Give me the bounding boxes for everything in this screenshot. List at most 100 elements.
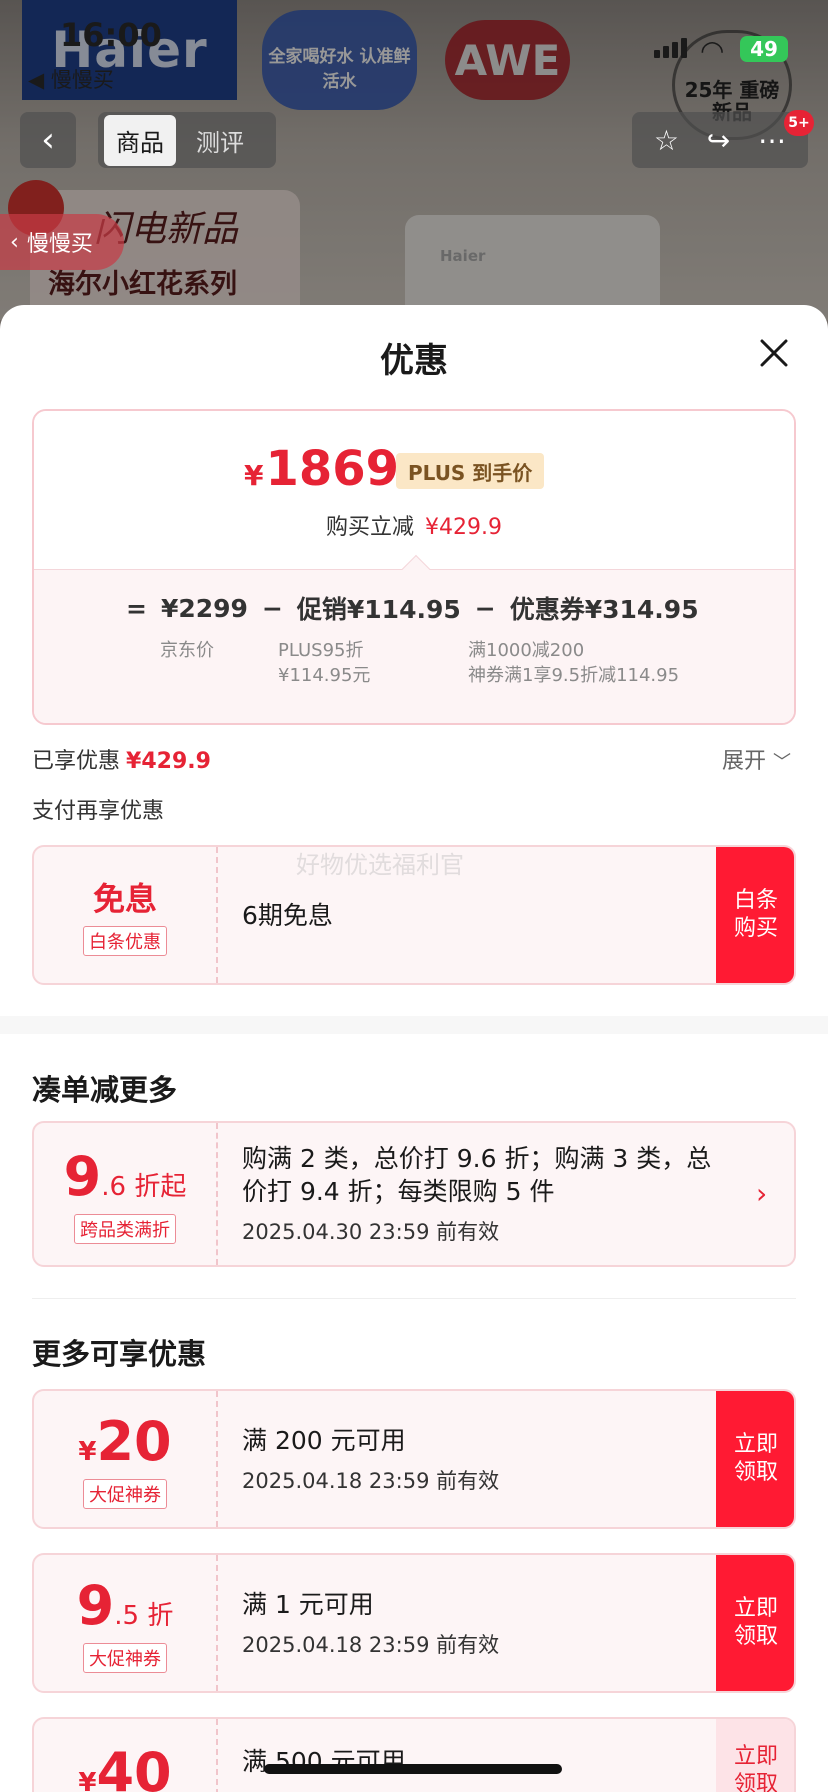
baitiao-buy-button[interactable]: 白条 购买 <box>716 847 794 983</box>
section-separator <box>0 1016 828 1034</box>
coupon-card: ¥ 20 大促神券 满 200 元可用 2025.04.18 23:59 前有效… <box>32 1389 796 1529</box>
coupon-date: 2025.04.18 23:59 前有效 <box>242 1468 500 1493</box>
chevron-down-icon: ﹀ <box>773 752 792 773</box>
more-offers-title: 更多可享优惠 <box>32 1337 207 1371</box>
close-button[interactable] <box>752 331 796 375</box>
coupon-left: 9 .6 折起 跨品类满折 <box>34 1123 218 1265</box>
promo-amount: 促销¥114.95 <box>296 595 461 624</box>
signal-icon <box>654 38 687 58</box>
expand-label: 展开 <box>722 749 767 774</box>
coupon-body: 满 200 元可用 2025.04.18 23:59 前有效 <box>242 1391 499 1527</box>
enjoyed-label: 已享优惠 <box>32 749 121 774</box>
coupon-date: 2025.04.30 23:59 前有效 <box>242 1220 500 1244</box>
coupon-title: 满 200 元可用 <box>242 1425 406 1455</box>
coupon-value-number: 20 <box>96 1409 172 1473</box>
coupon-currency: ¥ <box>78 1768 97 1792</box>
coupon-value-suffix: .5 折 <box>114 1600 174 1631</box>
coupon-detail: 满1000减200 神券满1享9.5折减114.95 <box>468 638 679 688</box>
coupon-title: 6期免息 <box>242 900 333 930</box>
claim-coupon-button[interactable]: 立即 领取 <box>716 1555 794 1691</box>
coupon-value: 9 .5 折 <box>77 1574 174 1637</box>
sheet-title: 优惠 <box>380 341 448 381</box>
coupon-value-number: 40 <box>96 1741 172 1792</box>
coupon-body: 满 500 元可用 <box>242 1719 406 1792</box>
claim-coupon-button[interactable]: 立即 领取 <box>716 1391 794 1527</box>
back-button[interactable]: ‹ <box>20 112 76 168</box>
status-time: 16:00 <box>60 16 162 54</box>
breakdown-row: = ¥2299 − 促销¥114.95 − 优惠券¥314.95 <box>126 590 699 626</box>
promo-detail-line: PLUS95折 <box>278 640 364 661</box>
coupon-value: ¥ 20 <box>78 1410 171 1473</box>
more-icon[interactable]: ⋯ <box>758 124 786 157</box>
bundle-offer[interactable]: 9 .6 折起 跨品类满折 购满 2 类，总价打 9.6 折；购满 3 类，总价… <box>32 1121 796 1267</box>
jd-price: ¥2299 <box>160 593 248 623</box>
coupon-card: 9 .5 折 大促神券 满 1 元可用 2025.04.18 23:59 前有效… <box>32 1553 796 1693</box>
tab-review[interactable]: 测评 <box>184 115 256 166</box>
coupon-left: 9 .5 折 大促神券 <box>34 1555 218 1691</box>
wifi-icon: ◠ <box>700 34 725 67</box>
star-icon[interactable]: ☆ <box>654 124 679 157</box>
tab-product[interactable]: 商品 <box>104 114 176 166</box>
coupon-title: 购满 2 类，总价打 9.6 折；购满 3 类，总价打 9.4 折；每类限购 5… <box>242 1144 712 1206</box>
coupon-tag: 大促神券 <box>83 1642 167 1673</box>
claim-coupon-button[interactable]: 立即 领取 <box>716 1719 794 1792</box>
coupon-title: 满 1 元可用 <box>242 1589 374 1619</box>
purchase-reduction: 购买立减 ¥429.9 <box>34 509 794 541</box>
coupon-tag: 大促神券 <box>83 1478 167 1509</box>
chevron-left-icon: ‹ <box>10 229 19 255</box>
coupon-left: 免息 白条优惠 <box>34 847 218 983</box>
reduction-label: 购买立减 <box>326 515 415 540</box>
coupon-value: ¥ 40 <box>78 1741 171 1792</box>
jd-price-label: 京东价 <box>160 640 214 661</box>
coupon-value-number: 9 <box>63 1144 102 1208</box>
coupon-detail-line: 满1000减200 <box>468 640 585 661</box>
battery-indicator: 49 <box>740 36 788 62</box>
coupon-amount: 优惠券¥314.95 <box>509 595 699 624</box>
offers-sheet: 优惠 ¥ 1869 .1 PLUS 到手价 购买立减 ¥429.9 = ¥229… <box>0 305 828 1792</box>
coupon-date: 2025.04.18 23:59 前有效 <box>242 1632 500 1657</box>
return-to-app-button[interactable]: ‹ 慢慢买 <box>0 214 124 270</box>
share-icon[interactable]: ↪ <box>707 124 730 157</box>
installment-big: 免息 <box>92 880 157 918</box>
equals-sign: = <box>126 593 147 623</box>
product-tabs: 商品 测评 <box>98 112 276 168</box>
chevron-left-icon: ‹ <box>41 120 55 160</box>
price-breakdown: = ¥2299 − 促销¥114.95 − 优惠券¥314.95 京东价 PLU… <box>34 569 794 723</box>
plus-price-tag: PLUS 到手价 <box>396 453 545 489</box>
divider <box>32 1298 796 1299</box>
coupon-value: 9 .6 折起 <box>64 1145 187 1208</box>
promo-detail-line: ¥114.95元 <box>278 665 371 686</box>
home-indicator[interactable] <box>264 1764 562 1774</box>
coupon-body: 满 1 元可用 2025.04.18 23:59 前有效 <box>242 1555 499 1691</box>
coupon-card: ¥ 40 满 500 元可用 立即 领取 <box>32 1717 796 1792</box>
price-card: ¥ 1869 .1 PLUS 到手价 购买立减 ¥429.9 = ¥2299 −… <box>32 409 796 725</box>
currency-symbol: ¥ <box>244 459 264 492</box>
price-integer: 1869 <box>265 441 400 497</box>
bundle-section-title: 凑单减更多 <box>32 1073 178 1107</box>
price-summary: ¥ 1869 .1 PLUS 到手价 购买立减 ¥429.9 <box>34 411 794 569</box>
enjoyed-amount: ¥429.9 <box>126 749 211 774</box>
chevron-right-icon: › <box>756 1177 768 1210</box>
minus-sign: − <box>474 593 496 623</box>
expand-toggle[interactable]: 展开 ﹀ <box>722 743 791 775</box>
coupon-value-suffix: .6 折起 <box>101 1171 187 1202</box>
coupon-detail-line: 神券满1享9.5折减114.95 <box>468 665 680 686</box>
coupon-left: ¥ 40 <box>34 1719 218 1792</box>
reduction-amount: ¥429.9 <box>425 515 502 540</box>
coupon-value-number: 9 <box>76 1573 115 1637</box>
back-to-app-link[interactable]: ◀ 慢慢买 <box>28 64 114 94</box>
return-label: 慢慢买 <box>26 232 93 257</box>
status-bar: 16:00 ◀ 慢慢买 ◠ 49 <box>0 0 828 92</box>
coupon-body: 购满 2 类，总价打 9.6 折；购满 3 类，总价打 9.4 折；每类限购 5… <box>242 1123 722 1265</box>
enjoyed-discount: 已享优惠 ¥429.9 <box>32 743 211 775</box>
pay-more-heading: 支付再享优惠 <box>32 799 165 824</box>
notification-badge: 5+ <box>784 110 814 136</box>
coupon-left: ¥ 20 大促神券 <box>34 1391 218 1527</box>
coupon-tag: 白条优惠 <box>83 926 167 956</box>
nav-actions: ☆ ↪ ⋯ <box>632 112 808 168</box>
watermark: 好物优选福利官 <box>296 851 464 879</box>
promo-detail: PLUS95折 ¥114.95元 <box>278 638 370 688</box>
close-icon <box>760 339 788 367</box>
coupon-currency: ¥ <box>78 1436 97 1467</box>
minus-sign: − <box>261 593 283 623</box>
